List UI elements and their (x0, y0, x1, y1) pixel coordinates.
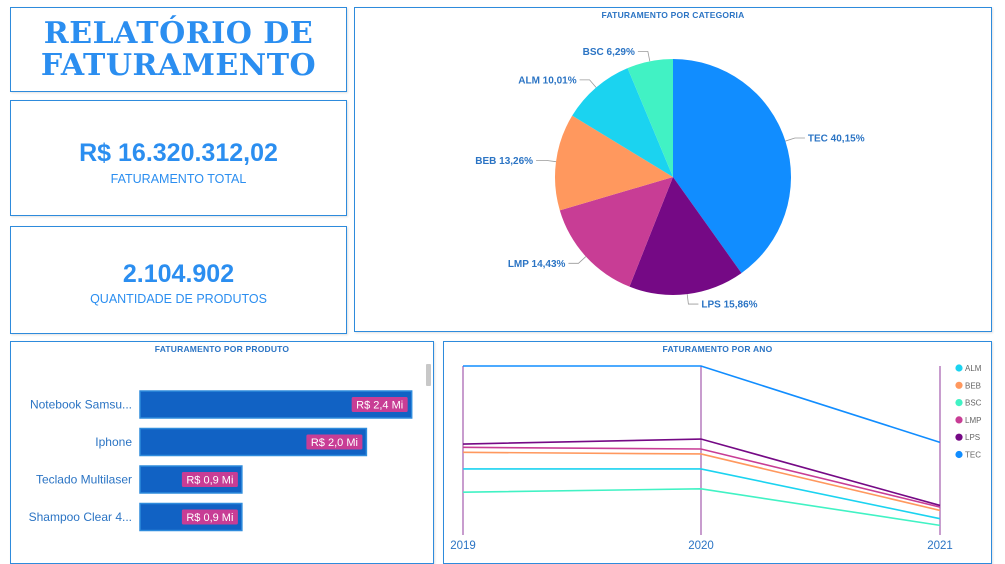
legend-marker-beb (955, 381, 963, 389)
pie-leader-line-bsc (637, 51, 651, 62)
report-title: RELATÓRIO DE FATURAMENTO (40, 15, 317, 83)
legend-label-bsc[interactable]: BSC (965, 399, 982, 408)
line-chart[interactable]: 2019 2020 2021 ALM BEB BSC LMP LPS TEC (444, 342, 991, 563)
pie-leader-line-lps (686, 294, 699, 305)
kpi-product-quantity-label: QUANTIDADE DE PRODUTOS (90, 292, 267, 306)
bar-category-label: Notebook Samsu... (30, 398, 132, 412)
bar-category-label: Shampoo Clear 4... (29, 510, 132, 524)
legend-label-alm[interactable]: ALM (965, 364, 982, 373)
pie-leader-line-lmp (568, 256, 587, 264)
legend-label-tec[interactable]: TEC (965, 451, 981, 460)
legend-marker-lmp (955, 416, 963, 424)
pie-label-bsc: BSC 6,29% (583, 47, 635, 58)
line-series-beb[interactable] (462, 451, 941, 512)
pie-label-lps: LPS 15,86% (701, 300, 757, 311)
kpi-card-product-quantity: 2.104.902 QUANTIDADE DE PRODUTOS (10, 226, 347, 334)
line-x-tick-label: 2021 (927, 540, 953, 552)
pie-chart[interactable]: TEC 40,15% LPS 15,86% LMP 14,43% BEB 13,26%… (355, 8, 991, 331)
pie-label-lmp: LMP 14,43% (508, 259, 566, 270)
pie-chart-card[interactable]: FATURAMENTO POR CATEGORIA TEC 40,15% LPS … (354, 7, 992, 332)
legend-marker-alm (955, 364, 963, 372)
bar-value-label: R$ 2,4 Mi (356, 400, 403, 412)
bar-value-label: R$ 0,9 Mi (186, 512, 233, 524)
pie-label-alm: ALM 10,01% (518, 75, 576, 86)
legend-marker-lps (955, 433, 963, 441)
bar-category-label: Iphone (95, 435, 132, 449)
kpi-product-quantity-value: 2.104.902 (122, 260, 235, 288)
legend-marker-tec (955, 450, 963, 459)
legend-label-lps[interactable]: LPS (965, 433, 980, 442)
report-title-line2: FATURAMENTO (40, 47, 317, 83)
pie-leader-line-beb (536, 159, 557, 163)
line-series-tec[interactable] (463, 365, 941, 444)
legend-label-beb[interactable]: BEB (965, 381, 981, 390)
kpi-total-revenue-label: FATURAMENTO TOTAL (110, 172, 247, 186)
pie-label-beb: BEB 13,26% (475, 156, 533, 167)
pie-label-tec: TEC 40,15% (808, 134, 865, 145)
line-chart-card[interactable]: FATURAMENTO POR ANO 2019 2020 2021 ALM BEB BS… (443, 341, 992, 564)
pie-leader-line-tec (785, 137, 805, 142)
line-x-tick-label: 2019 (450, 540, 476, 552)
bar-value-label: R$ 0,9 Mi (186, 475, 233, 487)
bar-chart[interactable]: Notebook Samsu... R$ 2,4 Mi Iphone R$ 2,0 M… (11, 342, 433, 563)
bar-value-label: R$ 2,0 Mi (311, 437, 358, 449)
bar-category-label: Teclado Multilaser (36, 473, 132, 487)
report-title-card: RELATÓRIO DE FATURAMENTO (10, 7, 347, 92)
legend-marker-bsc (955, 399, 963, 407)
kpi-card-total-revenue: R$ 16.320.312,02 FATURAMENTO TOTAL (10, 100, 347, 216)
legend-label-lmp[interactable]: LMP (965, 416, 981, 425)
line-series-lmp[interactable] (462, 446, 941, 508)
line-x-tick-label: 2020 (688, 540, 714, 552)
pie-leader-line-alm (579, 79, 597, 88)
kpi-total-revenue-value: R$ 16.320.312,02 (79, 139, 278, 167)
bar-chart-card[interactable]: FATURAMENTO POR PRODUTO Notebook Samsu..… (10, 341, 434, 564)
report-title-line1: RELATÓRIO DE (43, 15, 314, 51)
